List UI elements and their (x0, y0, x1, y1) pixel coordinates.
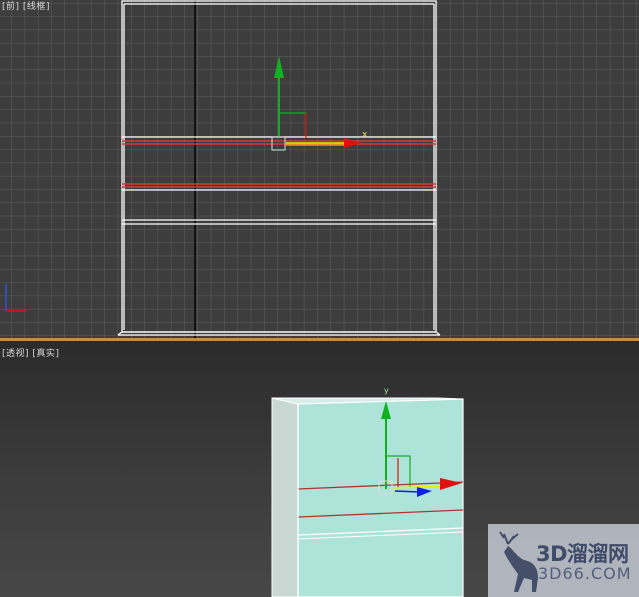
front-viewport-canvas[interactable] (0, 0, 639, 340)
bracket: ] [ (15, 2, 27, 12)
view-name-menu[interactable]: 透视 (6, 349, 25, 359)
view-name-menu[interactable]: 前 (6, 2, 16, 12)
front-viewport[interactable]: x [前] [线框] (0, 0, 639, 340)
cabinet-model[interactable] (271, 397, 464, 597)
y-axis-label: y (384, 386, 389, 395)
bracket: ] [ (25, 349, 37, 359)
perspective-viewport-label[interactable]: [透视] [真实] (2, 346, 59, 359)
bracket: ] (45, 2, 50, 12)
shading-mode-menu[interactable]: 线框 (27, 2, 46, 12)
shading-mode-menu[interactable]: 真实 (36, 349, 55, 359)
bracket: ] (55, 349, 60, 359)
watermark-domain: 3D66.COM (538, 564, 632, 583)
x-axis-label: x (362, 130, 368, 140)
front-viewport-label[interactable]: [前] [线框] (2, 0, 50, 12)
